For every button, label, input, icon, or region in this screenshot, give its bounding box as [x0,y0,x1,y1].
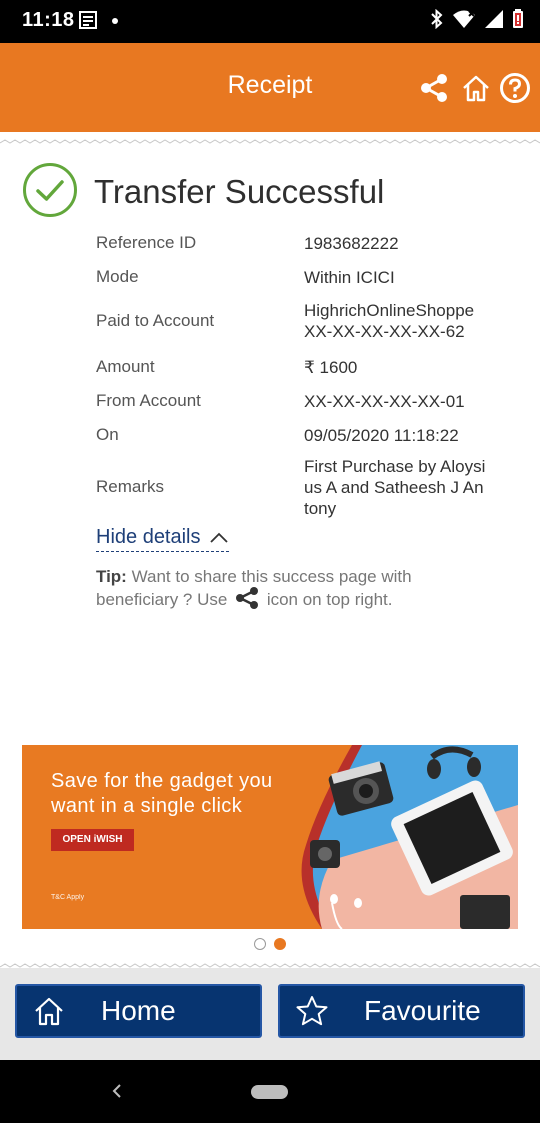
detail-value: Within ICICI [304,267,395,287]
open-iwish-button[interactable]: OPEN iWISH [51,829,134,851]
detail-row-paid-to-account: Paid to Account HighrichOnlineShoppe XX-… [96,298,516,344]
banner-tnc: T&C Apply [51,894,85,901]
favourite-button[interactable]: Favourite [278,984,525,1038]
chevron-up-icon [209,526,229,549]
status-bar: 11:18 [0,0,540,43]
detail-value: First Purchase by Aloysi us A and Sathee… [304,456,486,518]
bluetooth-icon [430,8,444,34]
detail-row-amount: Amount ₹ 1600 [96,354,516,380]
detail-label: Remarks [96,477,165,496]
detail-label: Mode [96,267,139,286]
app-header: Receipt [0,43,540,132]
detail-label: Paid to Account [96,311,215,330]
detail-value: 09/05/2020 11:18:22 [304,425,459,445]
share-icon-inline [235,587,259,614]
news-notification-icon [79,11,97,34]
detail-row-on: On 09/05/2020 11:18:22 [96,422,516,448]
tip-label: Tip: [96,567,127,586]
status-icons [430,8,524,34]
battery-icon [512,8,524,34]
wifi-icon [452,9,476,34]
footer-actions: Home Favourite [0,968,540,1060]
detail-label: Reference ID [96,233,197,252]
detail-value: HighrichOnlineShoppe XX-XX-XX-XX-XX-62 [304,301,475,341]
transaction-details: Reference ID 1983682222 Mode Within ICIC… [96,230,516,520]
home-icon[interactable] [459,71,493,105]
iwish-promo-banner[interactable]: Save for the gadget you want in a single… [22,745,518,929]
detail-value: 1983682222 [304,233,399,253]
detail-value: XX-XX-XX-XX-XX-01 [304,391,465,411]
tip-text-end: icon on top right. [266,590,393,609]
gadgets-image [301,745,518,929]
hide-details-link[interactable]: Hide details [96,526,229,552]
status-time: 11:18 [22,9,75,31]
carousel-dot[interactable] [254,938,266,950]
star-icon [280,995,344,1027]
banner-headline-line1: Save for the gadget you [51,770,273,792]
hide-details-label: Hide details [96,526,201,548]
detail-label: On [96,425,119,444]
carousel-indicator [254,938,286,950]
detail-row-reference-id: Reference ID 1983682222 [96,230,516,256]
system-nav-bar [0,1060,540,1123]
carousel-dot-active[interactable] [274,938,286,950]
banner-headline-line2: want in a single click [51,795,243,817]
detail-row-from-account: From Account XX-XX-XX-XX-XX-01 [96,388,516,414]
detail-row-remarks: Remarks First Purchase by Aloysi us A an… [96,454,516,520]
detail-label: Amount [96,357,155,376]
home-button-label: Home [101,995,176,1026]
home-icon [17,995,81,1027]
favourite-button-label: Favourite [364,995,481,1026]
help-icon[interactable] [498,71,532,105]
check-circle-icon [22,162,78,223]
detail-value: ₹ 1600 [304,357,358,377]
signal-icon [484,9,504,34]
zigzag-divider-top [0,139,540,144]
home-button[interactable]: Home [15,984,262,1038]
success-heading: Transfer Successful [22,162,385,223]
home-gesture-pill[interactable] [251,1085,288,1099]
success-title: Transfer Successful [94,173,385,210]
share-tip: Tip: Want to share this success page wit… [96,566,456,614]
detail-row-mode: Mode Within ICICI [96,264,516,290]
detail-label: From Account [96,391,201,410]
banner-headline: Save for the gadget you want in a single… [51,769,273,819]
notification-dot-icon [112,18,118,24]
share-icon[interactable] [417,71,451,105]
back-icon[interactable] [110,1080,124,1107]
